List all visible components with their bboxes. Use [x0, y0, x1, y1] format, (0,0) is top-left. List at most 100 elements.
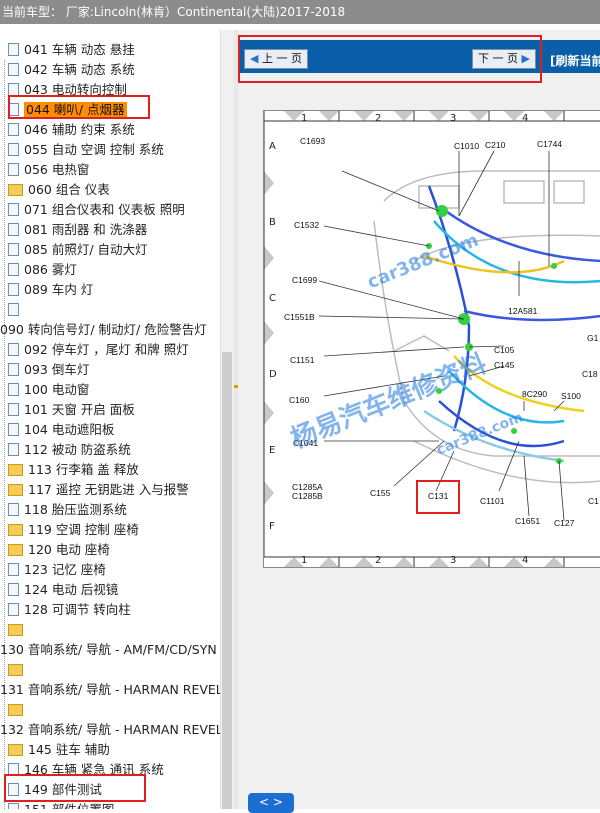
- tree-item[interactable]: [8, 300, 24, 320]
- tree-item[interactable]: 086 雾灯: [8, 260, 77, 280]
- tree-item[interactable]: 085 前照灯/ 自动大灯: [8, 240, 148, 260]
- tree-item[interactable]: 093 倒车灯: [8, 360, 89, 380]
- document-icon: [8, 603, 19, 616]
- tree-item[interactable]: 100 电动窗: [8, 380, 89, 400]
- tree-item-label: 104 电动遮阳板: [24, 422, 115, 437]
- connector-label: 8C290: [522, 389, 548, 399]
- row-label: B: [269, 217, 276, 228]
- tree-item[interactable]: 081 雨刮器 和 洗涤器: [8, 220, 147, 240]
- tree-item[interactable]: 119 空调 控制 座椅: [8, 520, 139, 540]
- tree-item[interactable]: 046 辅助 约束 系统: [8, 120, 135, 140]
- highlight-box-nav: [238, 35, 542, 83]
- tree-item-label: 151 部件位置图: [24, 802, 114, 809]
- connector-label: C1693: [300, 136, 326, 146]
- tree-scrollbar-thumb[interactable]: [222, 352, 232, 809]
- connector-label: C1532: [294, 220, 320, 230]
- tree-item[interactable]: 060 组合 仪表: [8, 180, 110, 200]
- tree-item-label: 055 自动 空调 控制 系统: [24, 142, 164, 157]
- tree-item[interactable]: [8, 660, 28, 680]
- connector-label: C1744: [537, 139, 563, 149]
- tree-item-label: 086 雾灯: [24, 262, 77, 277]
- connector-label: 12A581: [508, 306, 538, 316]
- column-label: 1: [301, 113, 308, 124]
- tree-item[interactable]: 113 行李箱 盖 释放: [8, 460, 139, 480]
- tree-item-label: 092 停车灯 ，尾灯 和牌 照灯: [24, 342, 189, 357]
- tree-item[interactable]: 145 驻车 辅助: [8, 740, 110, 760]
- connector-label: C1285B: [292, 491, 323, 501]
- tree-item-label: 101 天窗 开启 面板: [24, 402, 135, 417]
- document-icon: [8, 243, 19, 256]
- tree-item-label: 046 辅助 约束 系统: [24, 122, 135, 137]
- folder-icon: [8, 183, 23, 196]
- tree-item-label: 145 驻车 辅助: [28, 742, 110, 757]
- document-icon: [8, 403, 19, 416]
- tree-item[interactable]: 101 天窗 开启 面板: [8, 400, 135, 420]
- tree-item[interactable]: 089 车内 灯: [8, 280, 93, 300]
- document-icon: [8, 223, 19, 236]
- tree-item-label: 056 电热窗: [24, 162, 90, 177]
- tree-item-label: 093 倒车灯: [24, 362, 90, 377]
- tree-item[interactable]: 112 被动 防盗系统: [8, 440, 131, 460]
- tree-item[interactable]: 104 电动遮阳板: [8, 420, 114, 440]
- tree-item-label: 112 被动 防盗系统: [24, 442, 131, 457]
- tree-item-label: 120 电动 座椅: [28, 542, 110, 557]
- tree-item[interactable]: 056 电热窗: [8, 160, 89, 180]
- document-icon: [8, 503, 19, 516]
- column-label: 4: [522, 113, 529, 124]
- tree-item[interactable]: 132 音响系统/ 导航 - HARMAN REVEL: [0, 720, 223, 740]
- document-icon: [8, 283, 19, 296]
- refresh-link[interactable]: [刷新当前: [550, 52, 600, 69]
- column-label: 2: [375, 555, 382, 566]
- document-icon: [8, 123, 19, 136]
- tree-item-label: 042 车辆 动态 系统: [24, 62, 135, 77]
- tree-item[interactable]: 123 记忆 座椅: [8, 560, 106, 580]
- connector-label: C18: [582, 369, 598, 379]
- tree-item[interactable]: 092 停车灯 ，尾灯 和牌 照灯: [8, 340, 189, 360]
- tree-item-label: 117 遥控 无钥匙进 入与报警: [28, 482, 189, 497]
- tree-item[interactable]: 042 车辆 动态 系统: [8, 60, 135, 80]
- tree-item[interactable]: 124 电动 后视镜: [8, 580, 118, 600]
- tree-item[interactable]: 041 车辆 动态 悬挂: [8, 40, 135, 60]
- window-title: 当前车型： 厂家:Lincoln(林肯）Continental(大陆)2017-…: [0, 0, 600, 24]
- document-icon: [8, 423, 19, 436]
- connector-label: C127: [554, 518, 575, 528]
- connector-label: C1010: [454, 141, 480, 151]
- tree-item[interactable]: 131 音响系统/ 导航 - HARMAN REVEL: [0, 680, 223, 700]
- tree-item[interactable]: 117 遥控 无钥匙进 入与报警: [8, 480, 189, 500]
- tree-item[interactable]: 128 可调节 转向柱: [8, 600, 131, 620]
- nav-toggle-button[interactable]: < >: [248, 793, 294, 813]
- document-icon: [8, 163, 19, 176]
- tree-item-label: 130 音响系统/ 导航 - AM/FM/CD/SYN: [0, 642, 217, 657]
- tree-item-label: 132 音响系统/ 导航 - HARMAN REVEL: [0, 722, 223, 737]
- tree-item[interactable]: 130 音响系统/ 导航 - AM/FM/CD/SYN: [0, 640, 217, 660]
- connector-label: C1: [588, 496, 599, 506]
- highlight-box-c131: [416, 480, 460, 514]
- connector-label: C1651: [515, 516, 541, 526]
- tree-item[interactable]: 120 电动 座椅: [8, 540, 110, 560]
- document-icon: [8, 583, 19, 596]
- connector-label: C105: [494, 345, 515, 355]
- document-icon: [8, 303, 19, 316]
- highlight-box-044: [8, 95, 150, 119]
- tree-item[interactable]: 055 自动 空调 控制 系统: [8, 140, 164, 160]
- document-icon: [8, 143, 19, 156]
- tree-item-label: 071 组合仪表和 仪表板 照明: [24, 202, 185, 217]
- document-icon: [8, 263, 19, 276]
- tree-item-label: 119 空调 控制 座椅: [28, 522, 139, 537]
- column-label: 4: [522, 555, 529, 566]
- row-label: C: [269, 293, 276, 304]
- tree-item[interactable]: 090 转向信号灯/ 制动灯/ 危险警告灯: [0, 320, 207, 340]
- column-label: 2: [375, 113, 382, 124]
- highlight-box-151: [4, 774, 146, 802]
- tree-item[interactable]: 118 胎压监测系统: [8, 500, 127, 520]
- row-label: D: [269, 369, 277, 380]
- tree-item-label: 118 胎压监测系统: [24, 502, 127, 517]
- tree-item[interactable]: [8, 700, 28, 720]
- document-icon: [8, 383, 19, 396]
- tree-item[interactable]: 071 组合仪表和 仪表板 照明: [8, 200, 185, 220]
- tree-item-label: 085 前照灯/ 自动大灯: [24, 242, 148, 257]
- column-label: 3: [450, 113, 457, 124]
- folder-icon: [8, 703, 23, 716]
- tree-item-label: 081 雨刮器 和 洗涤器: [24, 222, 148, 237]
- tree-item[interactable]: [8, 620, 28, 640]
